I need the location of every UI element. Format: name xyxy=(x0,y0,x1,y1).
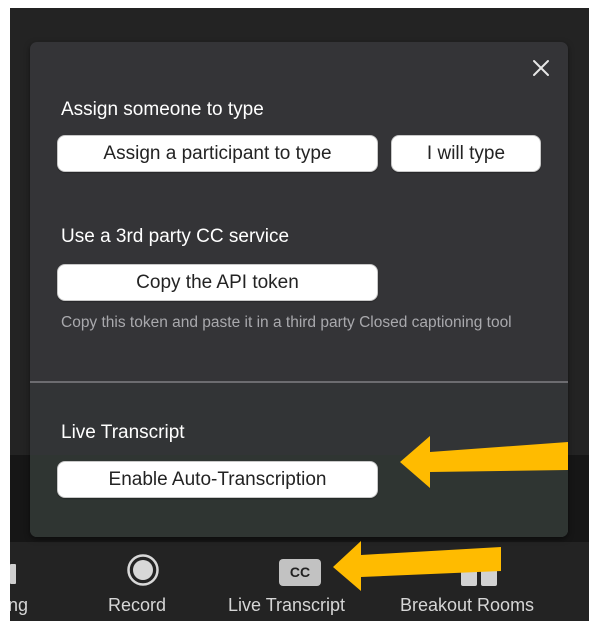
toolbar-item-breakout-rooms-label[interactable]: Breakout Rooms xyxy=(400,594,534,616)
record-icon[interactable] xyxy=(126,553,160,587)
toolbar-item-record-label[interactable]: Record xyxy=(108,594,166,616)
copy-api-token-button[interactable]: Copy the API token xyxy=(57,264,378,301)
closed-caption-popup: Assign someone to type Assign a particip… xyxy=(30,42,568,537)
close-icon[interactable] xyxy=(532,59,550,77)
meeting-window: Assign someone to type Assign a particip… xyxy=(10,8,589,621)
toolbar-item-partial-label[interactable]: ng xyxy=(10,594,28,616)
assign-section-title: Assign someone to type xyxy=(61,99,264,120)
partial-toolbar-icon[interactable] xyxy=(10,564,16,584)
copy-token-hint: Copy this token and paste it in a third … xyxy=(61,314,512,331)
cc-icon[interactable]: CC xyxy=(279,559,321,586)
breakout-rooms-icon[interactable] xyxy=(461,569,497,586)
assign-participant-button[interactable]: Assign a participant to type xyxy=(57,135,378,172)
toolbar-item-live-transcript-label[interactable]: Live Transcript xyxy=(228,594,345,616)
section-divider xyxy=(30,381,568,383)
live-transcript-section-title: Live Transcript xyxy=(61,422,185,443)
enable-auto-transcription-button[interactable]: Enable Auto-Transcription xyxy=(57,461,378,498)
self-type-button[interactable]: I will type xyxy=(391,135,541,172)
third-party-section-title: Use a 3rd party CC service xyxy=(61,226,290,247)
